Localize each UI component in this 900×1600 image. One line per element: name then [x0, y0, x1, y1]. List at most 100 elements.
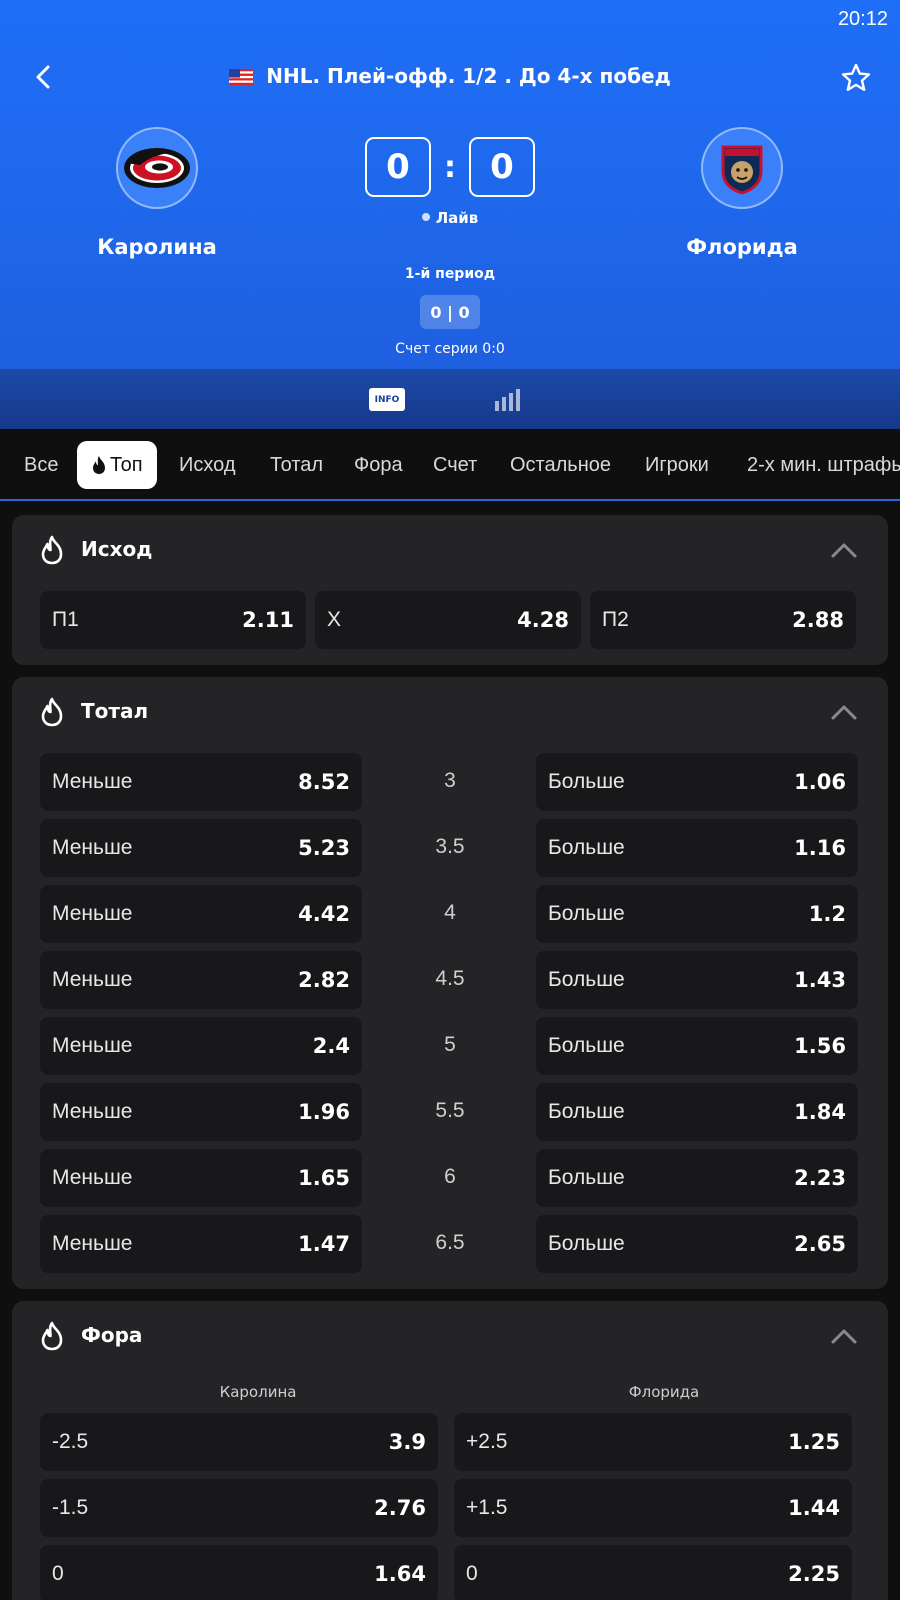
- outcome-odd-p1[interactable]: П1 2.11: [40, 591, 306, 649]
- home-team-logo: [116, 127, 198, 209]
- tab-total[interactable]: Тотал: [270, 441, 323, 489]
- tab-players[interactable]: Игроки: [645, 441, 709, 489]
- favorite-button[interactable]: [838, 60, 874, 96]
- total-over-odd[interactable]: Больше 1.84: [536, 1083, 858, 1141]
- handicap-title: Фора: [81, 1323, 143, 1347]
- odd-label: Х: [327, 608, 342, 631]
- handicap-away-column: Флорида: [628, 1383, 700, 1401]
- tab-other[interactable]: Остальное: [510, 441, 611, 489]
- info-button[interactable]: INFO: [369, 388, 405, 411]
- total-header[interactable]: Тотал: [12, 677, 888, 747]
- away-team-logo: [701, 127, 783, 209]
- match-header: 20:12 NHL. Плей-офф. 1/2 . До 4-х побед: [0, 0, 900, 369]
- fire-icon: [41, 535, 63, 565]
- odd-label: Больше: [548, 968, 625, 991]
- odd-label: Меньше: [52, 902, 133, 925]
- total-under-odd[interactable]: Меньше 1.47: [40, 1215, 362, 1273]
- odd-label: Меньше: [52, 1166, 133, 1189]
- odd-value: 2.25: [788, 1562, 840, 1586]
- total-line: 3: [444, 769, 456, 792]
- chevron-up-icon[interactable]: [830, 703, 858, 721]
- view-switcher: INFO: [0, 369, 900, 429]
- total-line: 6: [444, 1165, 456, 1188]
- total-line: 6.5: [435, 1231, 465, 1254]
- chevron-up-icon[interactable]: [830, 1327, 858, 1345]
- league-title: NHL. Плей-офф. 1/2 . До 4-х побед: [0, 64, 900, 88]
- tab-handicap[interactable]: Фора: [354, 441, 403, 489]
- total-over-odd[interactable]: Больше 1.56: [536, 1017, 858, 1075]
- outcome-title: Исход: [81, 537, 153, 561]
- total-title: Тотал: [81, 699, 149, 723]
- tab-top[interactable]: Топ: [77, 441, 157, 489]
- scoreboard: 0 : 0: [365, 137, 535, 197]
- total-line: 4.5: [435, 967, 465, 990]
- odd-value: 2.76: [374, 1496, 426, 1520]
- odd-label: Меньше: [52, 1232, 133, 1255]
- home-team[interactable]: Каролина: [47, 127, 267, 259]
- outcome-odd-draw[interactable]: Х 4.28: [315, 591, 581, 649]
- handicap-home-odd[interactable]: -1.5 2.76: [40, 1479, 438, 1537]
- handicap-header[interactable]: Фора: [12, 1301, 888, 1371]
- handicap-away-odd[interactable]: 0 2.25: [454, 1545, 852, 1600]
- status-time: 20:12: [837, 8, 888, 30]
- odd-label: Меньше: [52, 770, 133, 793]
- away-team-name: Флорида: [686, 235, 798, 259]
- odd-label: -1.5: [52, 1496, 89, 1519]
- odd-label: Больше: [548, 902, 625, 925]
- away-team[interactable]: Флорида: [632, 127, 852, 259]
- odd-label: Больше: [548, 836, 625, 859]
- tab-all[interactable]: Все: [24, 441, 58, 489]
- odd-label: Больше: [548, 1232, 625, 1255]
- total-over-odd[interactable]: Больше 2.23: [536, 1149, 858, 1207]
- odd-label: -2.5: [52, 1430, 89, 1453]
- tab-outcome[interactable]: Исход: [179, 441, 236, 489]
- handicap-away-odd[interactable]: +1.5 1.44: [454, 1479, 852, 1537]
- chevron-up-icon[interactable]: [830, 541, 858, 559]
- odd-label: Меньше: [52, 968, 133, 991]
- total-under-odd[interactable]: Меньше 8.52: [40, 753, 362, 811]
- odd-value: 4.42: [298, 902, 350, 926]
- total-under-odd[interactable]: Меньше 5.23: [40, 819, 362, 877]
- stats-icon[interactable]: [493, 387, 523, 413]
- tab-score[interactable]: Счет: [433, 441, 477, 489]
- odd-value: 1.96: [298, 1100, 350, 1124]
- total-over-odd[interactable]: Больше 1.16: [536, 819, 858, 877]
- odd-label: Больше: [548, 770, 625, 793]
- fire-icon: [41, 1321, 63, 1351]
- odd-value: 1.06: [794, 770, 846, 794]
- score-separator: :: [444, 149, 456, 185]
- total-under-odd[interactable]: Меньше 4.42: [40, 885, 362, 943]
- odd-label: Больше: [548, 1166, 625, 1189]
- odd-value: 1.84: [794, 1100, 846, 1124]
- total-over-odd[interactable]: Больше 1.06: [536, 753, 858, 811]
- odd-value: 5.23: [298, 836, 350, 860]
- outcome-odd-p2[interactable]: П2 2.88: [590, 591, 856, 649]
- total-card: Тотал Меньше 8.52 3 Больше 1.06 Меньше 5.23 3.5…: [12, 677, 888, 1289]
- odd-value: 8.52: [298, 770, 350, 794]
- odd-label: Больше: [548, 1100, 625, 1123]
- total-over-odd[interactable]: Больше 2.65: [536, 1215, 858, 1273]
- fire-icon: [41, 697, 63, 727]
- odd-value: 3.9: [388, 1430, 426, 1454]
- total-over-odd[interactable]: Больше 1.43: [536, 951, 858, 1009]
- handicap-card: Фора Каролина Флорида -2.5 3.9 +2.5 1.25 -1.…: [12, 1301, 888, 1600]
- handicap-home-odd[interactable]: -2.5 3.9: [40, 1413, 438, 1471]
- odd-value: 2.11: [242, 608, 294, 632]
- odd-value: 2.23: [794, 1166, 846, 1190]
- total-under-odd[interactable]: Меньше 2.4: [40, 1017, 362, 1075]
- odd-value: 2.82: [298, 968, 350, 992]
- outcome-header[interactable]: Исход: [12, 515, 888, 585]
- tab-top-label: Топ: [110, 453, 143, 476]
- total-under-odd[interactable]: Меньше 1.96: [40, 1083, 362, 1141]
- period-label: 1-й период: [404, 266, 496, 282]
- total-under-odd[interactable]: Меньше 1.65: [40, 1149, 362, 1207]
- handicap-home-column: Каролина: [219, 1383, 297, 1401]
- league-name: NHL. Плей-офф. 1/2 . До 4-х побед: [266, 64, 671, 88]
- odd-label: Меньше: [52, 1034, 133, 1057]
- handicap-home-odd[interactable]: 0 1.64: [40, 1545, 438, 1600]
- total-over-odd[interactable]: Больше 1.2: [536, 885, 858, 943]
- total-under-odd[interactable]: Меньше 2.82: [40, 951, 362, 1009]
- odd-value: 1.44: [788, 1496, 840, 1520]
- tab-penalties[interactable]: 2-х мин. штрафы: [747, 441, 900, 489]
- handicap-away-odd[interactable]: +2.5 1.25: [454, 1413, 852, 1471]
